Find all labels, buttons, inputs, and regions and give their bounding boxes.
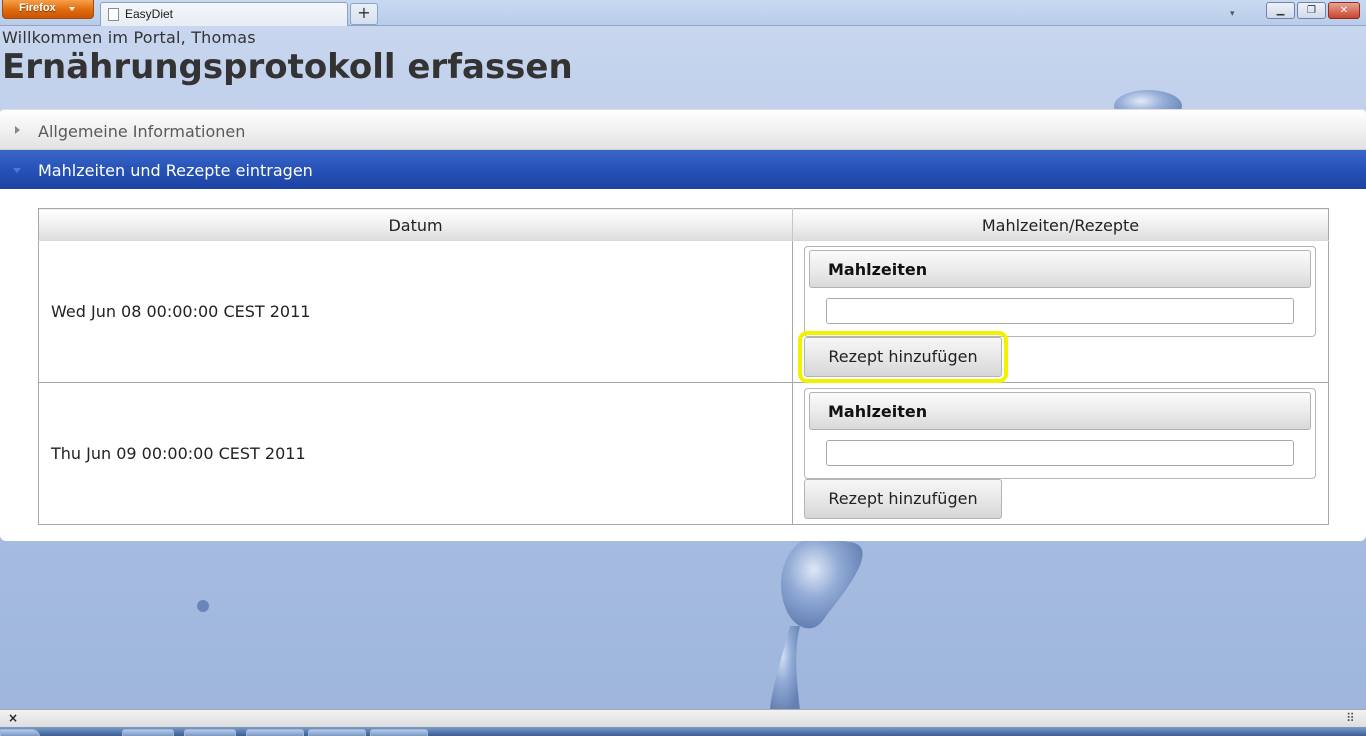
minimize-button[interactable]: ▁ <box>1266 2 1295 19</box>
meals-cell: Mahlzeiten Rezept hinzufügen <box>792 382 1329 525</box>
chevron-down-icon <box>69 7 75 11</box>
maximize-button[interactable]: ❐ <box>1297 2 1326 19</box>
welcome-text: Willkommen im Portal, Thomas <box>2 28 256 47</box>
meals-input[interactable] <box>826 298 1294 324</box>
close-addon-bar-icon[interactable]: × <box>8 711 18 725</box>
tab-list-chevron-icon[interactable]: ▾ <box>1230 9 1235 19</box>
accordion: Allgemeine Informationen Mahlzeiten und … <box>0 109 1366 541</box>
meals-fieldset: Mahlzeiten <box>804 388 1316 479</box>
accordion-header-label: Allgemeine Informationen <box>38 122 246 141</box>
firefox-menu-button[interactable]: Firefox <box>2 0 94 19</box>
date-cell: Thu Jun 09 00:00:00 CEST 2011 <box>38 382 793 525</box>
triangle-right-icon <box>15 126 20 134</box>
table-row: Thu Jun 09 00:00:00 CEST 2011 Mahlzeiten… <box>38 382 1329 525</box>
date-cell: Wed Jun 08 00:00:00 CEST 2011 <box>38 240 793 383</box>
browser-titlebar: Firefox EasyDiet + ▾ ▁ ❐ ✕ <box>0 0 1366 26</box>
meals-table: Datum Mahlzeiten/Rezepte Wed Jun 08 00:0… <box>38 208 1329 525</box>
page-title: Ernährungsprotokoll erfassen <box>2 47 573 87</box>
taskbar-item[interactable] <box>184 729 236 736</box>
windows-taskbar <box>0 727 1366 736</box>
firefox-menu-label: Firefox <box>19 2 56 14</box>
taskbar-item[interactable] <box>122 729 174 736</box>
taskbar-item[interactable] <box>246 729 304 736</box>
close-window-button[interactable]: ✕ <box>1328 2 1360 19</box>
meals-input[interactable] <box>826 440 1294 466</box>
meals-fieldset: Mahlzeiten <box>804 246 1316 337</box>
add-recipe-button[interactable]: Rezept hinzufügen <box>798 331 1008 383</box>
column-header-date: Datum <box>38 208 793 241</box>
table-row: Wed Jun 08 00:00:00 CEST 2011 Mahlzeiten… <box>38 240 1329 383</box>
add-recipe-button[interactable]: Rezept hinzufügen <box>804 479 1002 519</box>
triangle-down-icon <box>13 168 21 173</box>
accordion-content-meals-recipes: Datum Mahlzeiten/Rezepte Wed Jun 08 00:0… <box>0 189 1366 541</box>
accordion-header-label: Mahlzeiten und Rezepte eintragen <box>38 161 313 180</box>
meals-legend: Mahlzeiten <box>809 250 1311 288</box>
start-button[interactable] <box>0 729 40 736</box>
accordion-header-meals-recipes[interactable]: Mahlzeiten und Rezepte eintragen <box>0 150 1366 189</box>
meals-legend: Mahlzeiten <box>809 392 1311 430</box>
tab-title: EasyDiet <box>125 7 174 21</box>
new-tab-button[interactable]: + <box>350 3 378 25</box>
browser-statusbar: × ⠿ <box>0 709 1366 727</box>
column-header-meals: Mahlzeiten/Rezepte <box>792 208 1329 241</box>
accordion-header-general-info[interactable]: Allgemeine Informationen <box>0 109 1366 150</box>
tab-easydiet[interactable]: EasyDiet <box>100 2 348 26</box>
taskbar-item[interactable] <box>308 729 366 736</box>
table-header-row: Datum Mahlzeiten/Rezepte <box>38 208 1329 241</box>
page-icon <box>108 8 119 21</box>
addon-bar-resize-icon[interactable]: ⠿ <box>1346 711 1355 725</box>
meals-cell: Mahlzeiten Rezept hinzufügen <box>792 240 1329 383</box>
taskbar-item[interactable] <box>370 729 428 736</box>
window-controls: ▁ ❐ ✕ <box>1266 2 1360 19</box>
